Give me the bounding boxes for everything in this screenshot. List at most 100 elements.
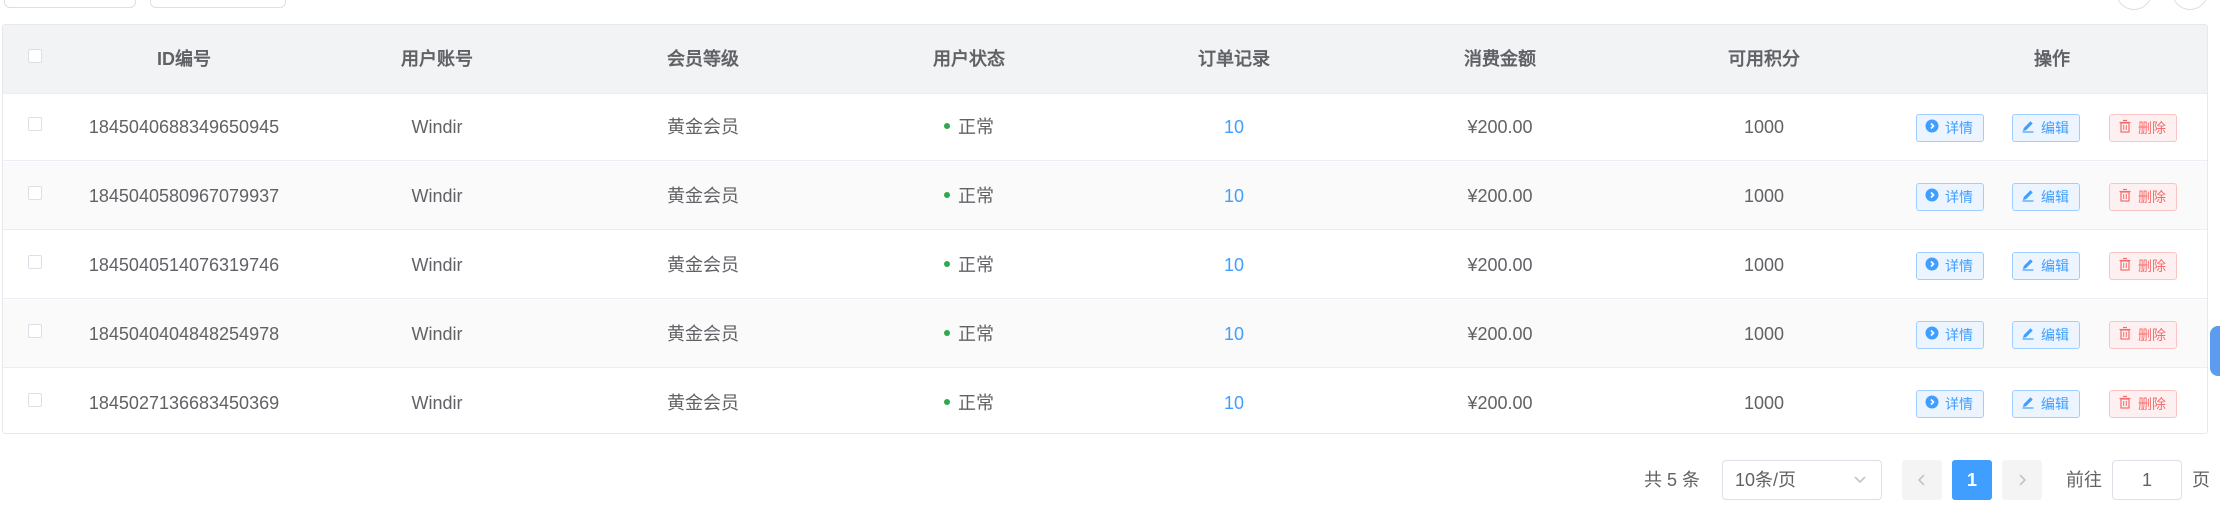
detail-button-label: 详情 <box>1945 189 1973 205</box>
cell-orders[interactable]: 10 <box>1224 93 1244 161</box>
trash-icon <box>2118 184 2132 210</box>
delete-button[interactable]: 删除 <box>2109 390 2177 418</box>
next-page-button[interactable] <box>2002 460 2042 500</box>
status-text: 正常 <box>958 117 994 137</box>
header-status: 用户状态 <box>933 49 1005 69</box>
pagination-total: 共 5 条 <box>1644 470 1701 490</box>
cell-orders[interactable]: 10 <box>1224 162 1244 230</box>
delete-button-label: 删除 <box>2138 120 2166 136</box>
detail-button[interactable]: 详情 <box>1916 114 1984 142</box>
table-row: 1845040580967079937 Windir 黄金会员 10 ¥200.00 10… <box>3 162 2207 230</box>
status-text: 正常 <box>958 186 994 206</box>
edit-button[interactable]: 编辑 <box>2012 321 2080 349</box>
cell-orders[interactable]: 10 <box>1224 369 1244 433</box>
trash-icon <box>2118 253 2132 279</box>
row-checkbox[interactable] <box>28 255 42 269</box>
pencil-icon <box>2021 184 2035 210</box>
row-checkbox[interactable] <box>28 186 42 200</box>
cell-id: 1845040514076319746 <box>88 255 280 275</box>
cell-orders[interactable]: 10 <box>1224 300 1244 368</box>
detail-circle-icon <box>1925 115 1939 141</box>
refresh-circle-button[interactable] <box>2116 0 2152 10</box>
delete-button-label: 删除 <box>2138 327 2166 343</box>
cell-level: 黄金会员 <box>667 393 739 413</box>
detail-button[interactable]: 详情 <box>1916 390 1984 418</box>
cell-amount: ¥200.00 <box>1467 117 1533 137</box>
status-dot-icon <box>944 192 950 199</box>
edit-button[interactable]: 编辑 <box>2012 252 2080 280</box>
delete-button[interactable]: 删除 <box>2109 114 2177 142</box>
detail-circle-icon <box>1925 322 1939 348</box>
cell-orders[interactable]: 10 <box>1224 231 1244 299</box>
cell-amount: ¥200.00 <box>1467 186 1533 206</box>
row-checkbox[interactable] <box>28 324 42 338</box>
cell-status: 正常 <box>944 300 994 368</box>
top-toolbar-button-2[interactable] <box>150 0 286 8</box>
page-size-value: 10条/页 <box>1735 470 1797 490</box>
pagination: 共 5 条 <box>0 460 2220 500</box>
cell-amount: ¥200.00 <box>1467 255 1533 275</box>
header-actions: 操作 <box>2034 49 2070 69</box>
status-dot-icon <box>944 330 950 337</box>
edit-button-label: 编辑 <box>2041 327 2069 343</box>
cell-level: 黄金会员 <box>667 117 739 137</box>
status-dot-icon <box>944 123 950 130</box>
cell-status: 正常 <box>944 231 994 299</box>
table-row: 1845040404848254978 Windir 黄金会员 10 ¥200.00 10… <box>3 300 2207 368</box>
cell-points: 1000 <box>1743 393 1785 413</box>
goto-prefix: 前往 <box>2066 470 2102 490</box>
cell-points: 1000 <box>1743 324 1785 344</box>
detail-button-label: 详情 <box>1945 120 1973 136</box>
select-all-checkbox[interactable] <box>28 49 42 63</box>
detail-button[interactable]: 详情 <box>1916 321 1984 349</box>
edit-button-label: 编辑 <box>2041 258 2069 274</box>
cell-status: 正常 <box>944 162 994 230</box>
members-table: ID编号 用户账号 会员等级 用户状态 订单记录 消费金额 可用积分 操作 18… <box>2 24 2208 434</box>
delete-button-label: 删除 <box>2138 189 2166 205</box>
edit-button-label: 编辑 <box>2041 189 2069 205</box>
pencil-icon <box>2021 391 2035 417</box>
top-toolbar-button-1[interactable] <box>4 0 136 8</box>
pencil-icon <box>2021 253 2035 279</box>
goto-page-input[interactable] <box>2112 460 2182 500</box>
header-account: 用户账号 <box>401 49 473 69</box>
detail-circle-icon <box>1925 391 1939 417</box>
row-checkbox[interactable] <box>28 393 42 407</box>
table-header: ID编号 用户账号 会员等级 用户状态 订单记录 消费金额 可用积分 操作 <box>3 25 2207 94</box>
cell-id: 1845027136683450369 <box>88 393 280 413</box>
delete-button[interactable]: 删除 <box>2109 252 2177 280</box>
cell-amount: ¥200.00 <box>1467 393 1533 413</box>
side-scroll-tab[interactable] <box>2210 326 2220 376</box>
delete-button[interactable]: 删除 <box>2109 183 2177 211</box>
chevron-left-icon <box>1917 474 1925 486</box>
cell-account: Windir <box>411 186 463 206</box>
prev-page-button[interactable] <box>1902 460 1942 500</box>
pencil-icon <box>2021 322 2035 348</box>
status-dot-icon <box>944 261 950 268</box>
edit-button[interactable]: 编辑 <box>2012 390 2080 418</box>
cell-status: 正常 <box>944 369 994 433</box>
cell-level: 黄金会员 <box>667 324 739 344</box>
edit-button[interactable]: 编辑 <box>2012 114 2080 142</box>
edit-button[interactable]: 编辑 <box>2012 183 2080 211</box>
row-checkbox[interactable] <box>28 117 42 131</box>
detail-button[interactable]: 详情 <box>1916 183 1984 211</box>
settings-circle-button[interactable] <box>2172 0 2208 10</box>
detail-button-label: 详情 <box>1945 258 1973 274</box>
pencil-icon <box>2021 115 2035 141</box>
cell-id: 1845040580967079937 <box>88 186 280 206</box>
cell-status: 正常 <box>944 93 994 161</box>
chevron-right-icon <box>2019 474 2027 486</box>
header-orders: 订单记录 <box>1198 49 1270 69</box>
table-row: 1845027136683450369 Windir 黄金会员 10 ¥200.00 10… <box>3 369 2207 433</box>
delete-button-label: 删除 <box>2138 258 2166 274</box>
status-text: 正常 <box>958 255 994 275</box>
header-level: 会员等级 <box>667 49 739 69</box>
edit-button-label: 编辑 <box>2041 396 2069 412</box>
page-size-select[interactable]: 10条/页 <box>1722 460 1882 500</box>
detail-circle-icon <box>1925 184 1939 210</box>
delete-button[interactable]: 删除 <box>2109 321 2177 349</box>
detail-button[interactable]: 详情 <box>1916 252 1984 280</box>
cell-level: 黄金会员 <box>667 255 739 275</box>
page-number-button[interactable]: 1 <box>1952 460 1992 500</box>
